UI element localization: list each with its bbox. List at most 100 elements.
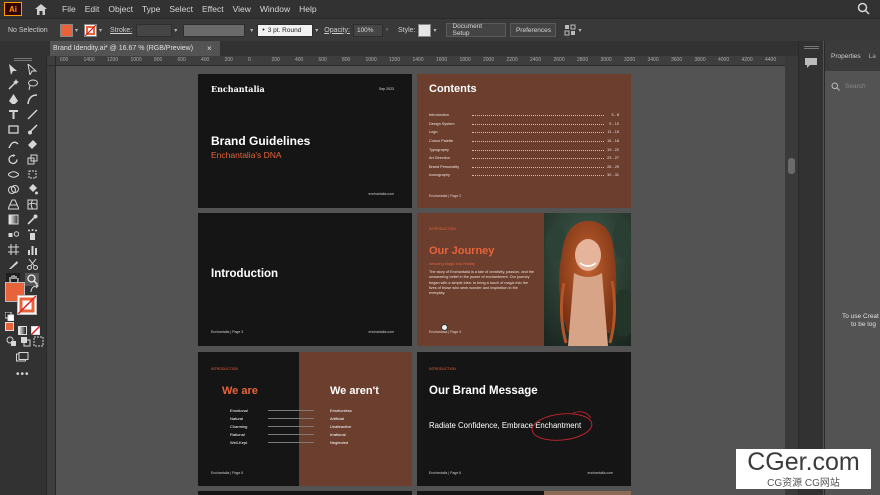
direct-selection-tool-icon[interactable] (25, 63, 39, 76)
toc-label: Introduction (429, 113, 449, 118)
brush-definition[interactable]: • 3 pt. Round (257, 23, 314, 37)
artboard-next-right[interactable] (417, 491, 631, 495)
live-paint-bucket-icon[interactable] (25, 183, 39, 196)
artboard-contents[interactable]: Contents Introduction 3 - 8 Design System 9… (417, 74, 631, 208)
menu-file[interactable]: File (62, 4, 76, 14)
default-colors-icon[interactable] (4, 308, 15, 322)
draw-inside-icon[interactable] (31, 335, 45, 348)
message-footer-left: Enchantalia | Page 6 (429, 471, 462, 475)
shaper-tool-icon[interactable] (6, 138, 20, 151)
opacity-label[interactable]: Opacity: (324, 27, 350, 34)
artboard-next-left[interactable] (198, 491, 412, 495)
rotate-tool-icon[interactable] (6, 153, 20, 166)
search-icon (831, 82, 840, 91)
ruler-label: 1800 (459, 57, 471, 63)
curvature-tool-icon[interactable] (25, 93, 39, 106)
scrollbar-thumb[interactable] (788, 158, 795, 174)
close-icon[interactable]: × (207, 44, 212, 53)
artboard-brand-message[interactable]: INTRODUCTION Our Brand Message Radiate C… (417, 352, 631, 486)
artboard-we-are[interactable]: INTRODUCTION We are We aren't Emotional E… (198, 352, 412, 486)
chevron-down-icon[interactable]: ▾ (174, 27, 177, 34)
artboard-introduction[interactable]: Introduction Enchantalia | Page 3 enchan… (198, 213, 412, 346)
chevron-down-icon[interactable]: ▾ (250, 27, 253, 34)
toc-leader (472, 157, 604, 160)
ruler-label: 2000 (483, 57, 495, 63)
draw-normal-icon[interactable] (4, 335, 18, 348)
width-tool-icon[interactable] (6, 168, 20, 181)
perspective-grid-tool-icon[interactable] (6, 198, 20, 211)
tab-properties[interactable]: Properties (831, 53, 861, 60)
swap-fill-stroke-icon[interactable] (30, 280, 40, 293)
toc-row: Art Direction 23 - 27 (429, 154, 619, 163)
menu-select[interactable]: Select (169, 4, 193, 14)
selection-tool-icon[interactable] (6, 63, 20, 76)
chevron-down-icon[interactable]: ▾ (578, 27, 581, 34)
stroke-label[interactable]: Stroke: (110, 27, 132, 34)
home-icon[interactable] (34, 2, 48, 16)
comments-icon[interactable] (804, 56, 818, 68)
more-tools-icon[interactable]: ••• (16, 369, 30, 380)
scissors-tool-icon[interactable] (25, 258, 39, 271)
magic-wand-icon[interactable] (6, 78, 20, 91)
menu-effect[interactable]: Effect (202, 4, 224, 14)
stroke-swatch[interactable] (84, 23, 98, 37)
artboard-journey[interactable]: INTRODUCTION Our Journey Weaving Magic I… (417, 213, 631, 346)
gradient-tool-icon[interactable] (6, 213, 20, 226)
free-transform-tool-icon[interactable] (25, 168, 39, 181)
mesh-tool-icon[interactable] (25, 198, 39, 211)
color-mode-icon[interactable] (5, 322, 14, 331)
none-mode-icon[interactable] (30, 322, 41, 336)
vertical-scrollbar[interactable] (785, 56, 798, 495)
graphic-style-swatch[interactable] (418, 23, 432, 37)
arrange-documents-icon[interactable] (564, 24, 576, 36)
eraser-tool-icon[interactable] (25, 138, 39, 151)
ruler-label: 3400 (647, 57, 659, 63)
lasso-tool-icon[interactable] (25, 78, 39, 91)
menu-edit[interactable]: Edit (85, 4, 100, 14)
toc-label: Iconography (429, 173, 450, 178)
stroke-color-swatch[interactable] (17, 295, 37, 315)
menu-type[interactable]: Type (142, 4, 160, 14)
chevron-down-icon[interactable]: ▾ (315, 27, 318, 34)
screen-mode-icon[interactable] (15, 351, 29, 364)
menu-window[interactable]: Window (260, 4, 290, 14)
scale-tool-icon[interactable] (25, 153, 39, 166)
artboard-tool-icon[interactable] (6, 243, 20, 256)
slice-tool-icon[interactable] (6, 258, 20, 271)
menu-object[interactable]: Object (108, 4, 133, 14)
ruler-label: 400 (201, 57, 210, 63)
type-tool-icon[interactable] (6, 108, 20, 121)
trait-negative: Neglected (330, 439, 349, 445)
blend-tool-icon[interactable] (6, 228, 20, 241)
fill-swatch[interactable] (60, 23, 73, 37)
pen-tool-icon[interactable] (6, 93, 20, 106)
stroke-weight-field[interactable] (136, 23, 173, 37)
artboard-cover[interactable]: Enchantalia Sep 2023 Brand Guidelines En… (198, 74, 412, 208)
symbol-sprayer-icon[interactable] (25, 228, 39, 241)
ruler-label: 1000 (365, 57, 377, 63)
chevron-down-icon[interactable]: ▾ (75, 27, 78, 34)
preferences-button[interactable]: Preferences (510, 23, 557, 37)
chevron-right-icon[interactable]: › (386, 27, 388, 33)
column-graph-tool-icon[interactable] (25, 243, 39, 256)
draw-behind-icon[interactable] (18, 335, 32, 348)
shape-builder-tool-icon[interactable] (6, 183, 20, 196)
chevron-down-icon[interactable]: ▾ (433, 27, 436, 34)
chevron-down-icon[interactable]: ▾ (99, 27, 102, 34)
gradient-mode-icon[interactable] (18, 322, 27, 335)
line-segment-tool-icon[interactable] (25, 108, 39, 121)
rectangle-tool-icon[interactable] (6, 123, 20, 136)
search-field[interactable]: Search (831, 79, 880, 93)
document-setup-button[interactable]: Document Setup (446, 23, 507, 37)
ruler-origin[interactable] (47, 56, 56, 66)
canvas[interactable]: Enchantalia Sep 2023 Brand Guidelines En… (56, 66, 785, 495)
variable-width-profile[interactable] (183, 23, 246, 37)
menu-help[interactable]: Help (299, 4, 316, 14)
tab-layers[interactable]: La (869, 53, 876, 60)
menu-view[interactable]: View (233, 4, 251, 14)
paintbrush-tool-icon[interactable] (25, 123, 39, 136)
eyedropper-tool-icon[interactable] (25, 213, 39, 226)
panel-grip (14, 58, 32, 61)
opacity-field[interactable]: 100% (352, 23, 383, 37)
document-tab[interactable]: Brand Idendity.ai* @ 16.67 % (RGB/Previe… (50, 41, 220, 56)
